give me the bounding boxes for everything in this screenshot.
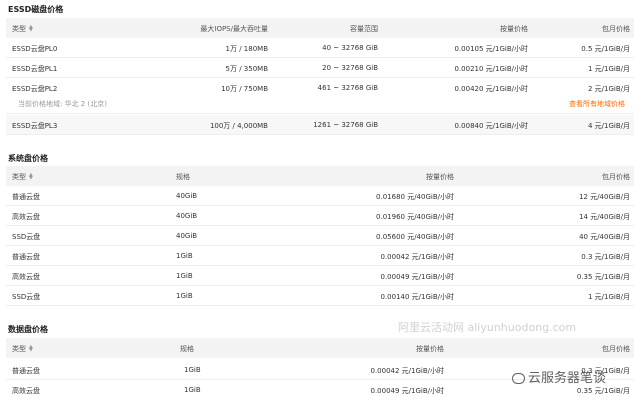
table-row: 高效云盘 1GiB 0.00049 元/1GiB/小时 0.35 元/1GiB/… xyxy=(6,266,634,286)
essd-header-iops: 最大IOPS/最大吞吐量 xyxy=(200,25,268,33)
system-table-header: 类型 ▲ ▼ 规格 按量价格 包月价格 xyxy=(6,166,634,186)
system-header-monthly: 包月价格 xyxy=(602,173,630,181)
view-all-regions-link[interactable]: 查看所有地域价格 xyxy=(569,99,625,109)
sort-icon[interactable]: ▲ ▼ xyxy=(29,345,33,353)
essd-section-title: ESSD磁盘价格 xyxy=(8,5,64,14)
system-header-type[interactable]: 类型 ▲ ▼ xyxy=(12,172,33,182)
system-section-title: 系统盘价格 xyxy=(8,154,48,163)
table-row: ESSD云盘PL1 5万 / 350MB 20 ~ 32768 GiB 0.00… xyxy=(6,58,634,78)
table-row: SSD云盘 1GiB 0.00140 元/1GiB/小时 1 元/1GiB/月 xyxy=(6,286,634,306)
data-disk-header-spec: 规格 xyxy=(180,345,194,353)
data-disk-table-header: 类型 ▲ ▼ 规格 按量价格 包月价格 xyxy=(6,338,634,358)
sort-icon[interactable]: ▲ ▼ xyxy=(29,173,33,181)
data-disk-section-title: 数据盘价格 xyxy=(8,325,48,334)
table-row: ESSD云盘PL2 10万 / 750MB 461 ~ 32768 GiB 0.… xyxy=(6,78,634,114)
data-disk-header-monthly: 包月价格 xyxy=(602,345,630,353)
site-watermark: 阿里云活动网 aliyunhuodong.com xyxy=(398,321,577,334)
essd-table-header: 类型 ▲ ▼ 最大IOPS/最大吞吐量 容量范围 按量价格 包月价格 xyxy=(6,18,634,38)
account-watermark: 云服务器笔谈 xyxy=(512,367,606,386)
region-note: 当前价格地域: 华北 2 (北京) xyxy=(18,100,107,108)
table-row: ESSD云盘PL0 1万 / 180MB 40 ~ 32768 GiB 0.00… xyxy=(6,38,634,58)
essd-header-payg: 按量价格 xyxy=(500,25,528,33)
essd-header-capacity: 容量范围 xyxy=(350,25,378,33)
table-row: ESSD云盘PL3 100万 / 4,000MB 1261 ~ 32768 Gi… xyxy=(6,115,634,135)
data-disk-header-payg: 按量价格 xyxy=(416,345,444,353)
data-disk-header-type[interactable]: 类型 ▲ ▼ xyxy=(12,344,33,354)
system-header-payg: 按量价格 xyxy=(426,173,454,181)
table-row: 普通云盘 1GiB 0.00042 元/1GiB/小时 0.3 元/1GiB/月 xyxy=(6,246,634,266)
essd-header-monthly: 包月价格 xyxy=(602,25,630,33)
table-row: 高效云盘 40GiB 0.01960 元/40GiB/小时 14 元/40GiB… xyxy=(6,206,634,226)
sort-icon[interactable]: ▲ ▼ xyxy=(29,25,33,33)
system-header-spec: 规格 xyxy=(176,173,190,181)
table-row: 普通云盘 40GiB 0.01680 元/40GiB/小时 12 元/40GiB… xyxy=(6,186,634,206)
chat-icon xyxy=(512,373,525,384)
essd-header-type[interactable]: 类型 ▲ ▼ xyxy=(12,24,33,34)
table-row: SSD云盘 40GiB 0.05600 元/40GiB/小时 40 元/40Gi… xyxy=(6,226,634,246)
